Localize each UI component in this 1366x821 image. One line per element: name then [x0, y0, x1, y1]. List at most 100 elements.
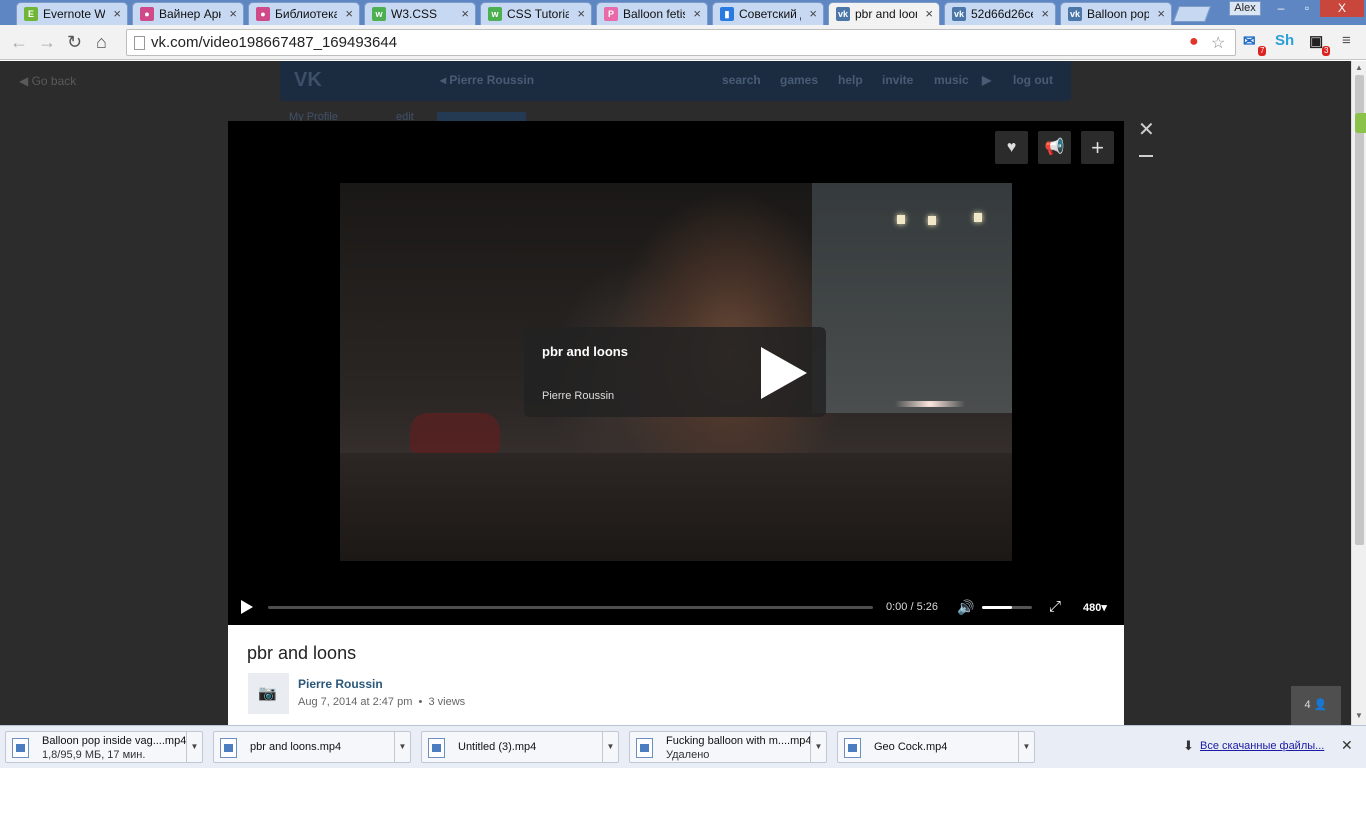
camera-icon: 📷	[258, 685, 277, 702]
address-bar[interactable]: vk.com/video198667487_169493644 ● ☆	[126, 29, 1236, 56]
close-download-bar-icon[interactable]: ✕	[1341, 737, 1353, 754]
forward-arrow-icon[interactable]: →	[38, 32, 56, 53]
chevron-down-icon[interactable]: ▼	[1018, 732, 1034, 762]
vk-header: VK ◂ Pierre Roussin search games help in…	[280, 61, 1071, 101]
chevron-down-icon[interactable]: ▼	[186, 732, 202, 762]
add-video-button[interactable]: +	[1081, 131, 1114, 164]
home-icon[interactable]: ⌂	[96, 32, 107, 53]
tab-close-icon[interactable]: ×	[229, 6, 237, 21]
scrollbar-thumb[interactable]	[1355, 75, 1364, 545]
left-triangle-icon: ◂	[440, 73, 450, 87]
tab-vainer[interactable]: ● Вайнер Арка ×	[132, 2, 244, 25]
minimize-button[interactable]: –	[1268, 0, 1294, 17]
tab-52d66d26[interactable]: vk 52d66d26cei ×	[944, 2, 1056, 25]
car-image	[410, 413, 500, 453]
tab-close-icon[interactable]: ×	[925, 6, 933, 21]
share-button[interactable]: 📢	[1038, 131, 1071, 164]
tab-pbr-and-loons[interactable]: vk pbr and loon: ×	[828, 2, 940, 25]
back-arrow-icon[interactable]: ←	[10, 32, 28, 53]
nav-games[interactable]: games	[780, 73, 818, 87]
profile-user-button[interactable]: Alex	[1229, 1, 1261, 16]
avatar[interactable]: 📷	[248, 673, 289, 714]
tab-w3css[interactable]: w W3.CSS ×	[364, 2, 476, 25]
tab-title: Balloon pop i	[1087, 7, 1149, 21]
street-image	[340, 453, 1012, 561]
go-back-link[interactable]: ◀ Go back	[19, 74, 76, 88]
tab-css-tutorial[interactable]: w CSS Tutorial ×	[480, 2, 592, 25]
tab-close-icon[interactable]: ×	[461, 6, 469, 21]
time-display: 0:00 / 5:26	[886, 601, 938, 613]
nav-logout[interactable]: log out	[1013, 73, 1053, 87]
tab-balloon-fetish[interactable]: P Balloon fetisl ×	[596, 2, 708, 25]
big-play-icon[interactable]	[761, 347, 807, 399]
nav-invite[interactable]: invite	[882, 73, 913, 87]
download-item[interactable]: Balloon pop inside vag....mp4 1,8/95,9 М…	[5, 731, 203, 763]
tab-library[interactable]: ● Библиотека ×	[248, 2, 360, 25]
reload-icon[interactable]: ↻	[67, 32, 82, 53]
go-back-label: Go back	[31, 74, 77, 88]
sh-extension-icon[interactable]: Sh	[1275, 32, 1294, 49]
seek-bar[interactable]	[268, 606, 873, 609]
nav-help[interactable]: help	[838, 73, 863, 87]
tab-close-icon[interactable]: ×	[345, 6, 353, 21]
like-button[interactable]: ♥	[995, 131, 1028, 164]
download-item[interactable]: pbr and loons.mp4 ▼	[213, 731, 411, 763]
scrollbar[interactable]: ▲ ▼	[1351, 61, 1366, 725]
vk-logo[interactable]: VK	[294, 69, 322, 92]
volume-slider[interactable]	[982, 606, 1032, 609]
tab-title: Вайнер Арка	[159, 7, 221, 21]
vk-icon: vk	[836, 7, 850, 21]
video-modal: ♥ 📢 + pbr and loons Pierre Roussin 0:00 …	[228, 121, 1124, 725]
video-file-icon	[636, 738, 653, 758]
evernote-clipper-tab[interactable]	[1355, 113, 1366, 133]
street-lights	[880, 401, 980, 407]
scroll-up-icon[interactable]: ▲	[1355, 63, 1363, 72]
screen-extension-icon[interactable]: ▣	[1309, 32, 1323, 50]
tab-close-icon[interactable]: ×	[1041, 6, 1049, 21]
menu-icon[interactable]: ≡	[1342, 32, 1351, 49]
screen-badge: 3	[1322, 46, 1331, 56]
download-item[interactable]: Fucking balloon with m....mp4 Удалено ▼	[629, 731, 827, 763]
scroll-down-icon[interactable]: ▼	[1355, 711, 1363, 720]
music-play-icon[interactable]: ▶	[982, 73, 991, 87]
quality-selector[interactable]: 480▾	[1083, 601, 1107, 614]
vk-icon: vk	[952, 7, 966, 21]
close-modal-icon[interactable]: ✕	[1138, 117, 1155, 142]
window-close-button[interactable]: X	[1320, 0, 1364, 17]
tab-close-icon[interactable]: ×	[577, 6, 585, 21]
chevron-down-icon[interactable]: ▼	[810, 732, 826, 762]
tab-sovetsky[interactable]: ▮ Советский д ×	[712, 2, 824, 25]
nav-search[interactable]: search	[722, 73, 761, 87]
viewers-count: 4	[1304, 699, 1311, 711]
tab-close-icon[interactable]: ×	[113, 6, 121, 21]
header-user-link[interactable]: ◂ Pierre Roussin	[440, 73, 534, 87]
tab-title: Evernote We	[43, 7, 105, 21]
tab-close-icon[interactable]: ×	[693, 6, 701, 21]
maximize-button[interactable]: ▫	[1294, 0, 1320, 17]
volume-icon[interactable]: 🔊	[957, 599, 974, 616]
adblock-icon[interactable]: ●	[1189, 33, 1199, 51]
mail-extension-icon[interactable]: ✉	[1243, 32, 1256, 50]
quality-value: 480	[1083, 602, 1102, 614]
tab-evernote[interactable]: E Evernote We ×	[16, 2, 128, 25]
megaphone-icon: 📢	[1044, 139, 1065, 156]
tab-close-icon[interactable]: ×	[809, 6, 817, 21]
viewers-button[interactable]: 4 👤	[1291, 686, 1341, 725]
chevron-down-icon[interactable]: ▼	[394, 732, 410, 762]
nav-music[interactable]: music	[934, 73, 969, 87]
play-icon[interactable]	[241, 600, 253, 614]
chevron-down-icon[interactable]: ▼	[602, 732, 618, 762]
minimize-modal-icon[interactable]	[1139, 155, 1153, 157]
download-item[interactable]: Untitled (3).mp4 ▼	[421, 731, 619, 763]
new-tab-button[interactable]	[1173, 6, 1211, 22]
browser-toolbar: ← → ↻ ⌂ vk.com/video198667487_169493644 …	[0, 25, 1366, 60]
all-downloads-link[interactable]: Все скачанные файлы...	[1200, 740, 1324, 752]
tab-close-icon[interactable]: ×	[1157, 6, 1165, 21]
fullscreen-icon[interactable]: ⤢	[1049, 598, 1061, 615]
author-link[interactable]: Pierre Roussin	[298, 677, 383, 691]
download-name: pbr and loons.mp4	[250, 741, 342, 753]
tab-balloon-pop[interactable]: vk Balloon pop i ×	[1060, 2, 1172, 25]
video-title-overlay[interactable]: pbr and loons Pierre Roussin	[524, 327, 826, 417]
star-icon[interactable]: ☆	[1211, 33, 1225, 53]
download-item[interactable]: Geo Cock.mp4 ▼	[837, 731, 1035, 763]
